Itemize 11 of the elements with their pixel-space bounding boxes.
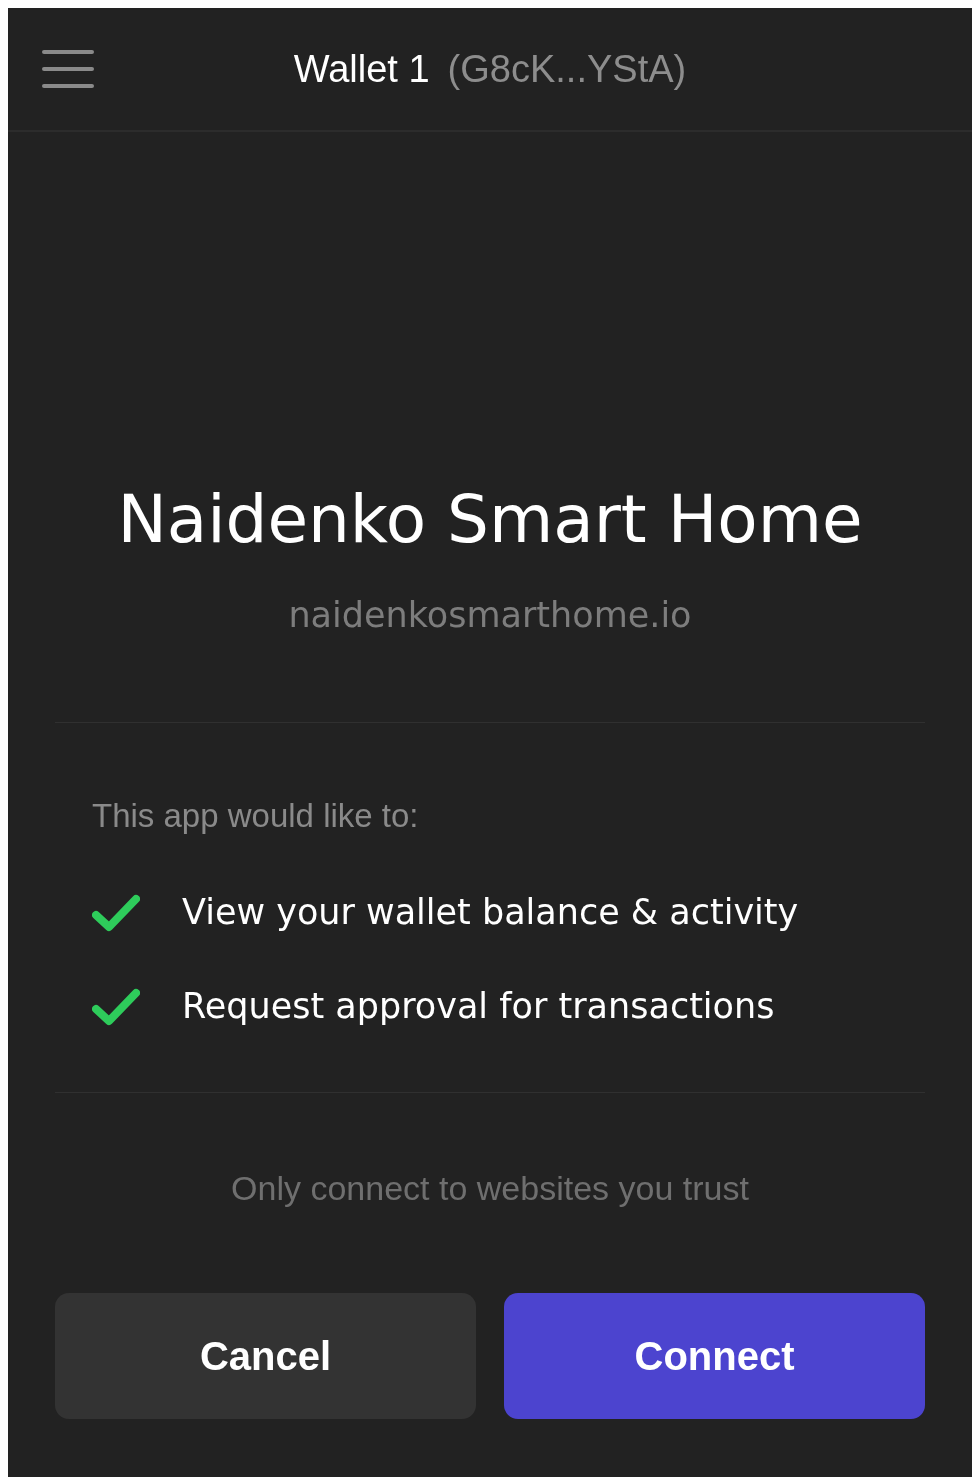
app-domain: naidenkosmarthome.io <box>288 594 692 637</box>
cancel-button[interactable]: Cancel <box>55 1292 476 1419</box>
wallet-address: (G8cK...YStA) <box>447 46 687 92</box>
menu-icon[interactable] <box>42 50 94 88</box>
wallet-name: Wallet 1 <box>293 46 430 92</box>
trust-notice: Only connect to websites you trust <box>231 1170 749 1205</box>
permission-label: Request approval for transactions <box>182 989 775 1024</box>
permissions-heading: This app would like to: <box>92 798 420 832</box>
permission-label: View your wallet balance & activity <box>182 895 799 930</box>
connect-button[interactable]: Connect <box>504 1292 925 1419</box>
app-name: Naidenko Smart Home <box>117 487 863 553</box>
